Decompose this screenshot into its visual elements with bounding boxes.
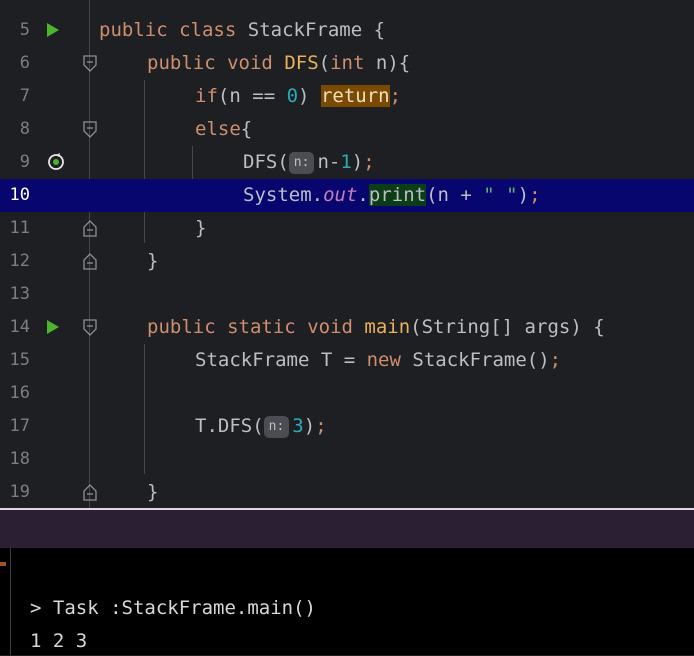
line-number: 17 [9,416,30,436]
line-number: 5 [19,20,30,40]
line-number: 6 [19,53,30,73]
param-hint: n: [263,416,290,438]
code-line-8[interactable]: 8 else{ [0,113,694,146]
code-line-5[interactable]: 5 public class StackFrame { [0,14,694,47]
code-text: public void DFS(int n){ [147,52,411,74]
run-console[interactable]: > Task :StackFrame.main() 1 2 3 [0,548,694,655]
code-line-18[interactable]: 18 [0,443,694,476]
code-line-17[interactable]: 17 T.DFS(n: 3); [0,410,694,443]
line-number: 16 [9,383,30,403]
code-line-16[interactable]: 16 [0,377,694,410]
line-number: 7 [19,86,30,106]
line-number: 11 [9,218,30,238]
fold-close-icon[interactable] [82,220,98,237]
line-number: 18 [9,449,30,469]
run-icon[interactable] [47,23,59,37]
console-task-line: > Task :StackFrame.main() [30,597,316,619]
code-text: } [147,250,159,272]
console-gutter-edge [10,548,11,655]
code-editor[interactable]: 5 public class StackFrame { 6 public voi… [0,0,694,508]
code-line-10-current[interactable]: 10 System.out.print(n + " "); [0,179,694,212]
line-number: 13 [9,284,30,304]
line-number: 19 [9,482,30,502]
code-text: T.DFS(n: 3); [195,415,327,438]
line-number: 9 [19,152,30,172]
code-text: else{ [195,118,253,140]
code-text: DFS(n: n-1); [243,151,375,174]
line-number: 15 [9,350,30,370]
code-text: StackFrame T = new StackFrame(); [195,349,562,371]
code-line-9[interactable]: 9 DFS(n: n-1); [0,146,694,179]
fold-open-icon[interactable] [82,55,98,72]
line-number: 14 [9,317,30,337]
code-text: } [147,481,159,503]
code-line-7[interactable]: 7 if(n == 0) return; [0,80,694,113]
code-line-11[interactable]: 11 } [0,212,694,245]
code-line-6[interactable]: 6 public void DFS(int n){ [0,47,694,80]
line-number: 8 [19,119,30,139]
line-number: 12 [9,251,30,271]
fold-open-icon[interactable] [82,121,98,138]
fold-close-icon[interactable] [82,253,98,270]
run-tool-window-header[interactable] [0,510,694,548]
run-icon[interactable] [47,320,59,334]
console-output-line: 1 2 3 [30,630,88,652]
param-hint: n: [288,152,315,174]
line-number: 10 [9,185,30,205]
fold-open-icon[interactable] [82,319,98,336]
highlighted-print: print [368,184,427,206]
code-text: System.out.print(n + " "); [243,184,541,206]
fold-close-icon[interactable] [82,484,98,501]
code-line-19[interactable]: 19 } [0,476,694,508]
code-text: } [195,217,207,239]
code-line-14[interactable]: 14 public static void main(String[] args… [0,311,694,344]
highlighted-return: return [320,85,390,107]
console-gutter-mark [0,562,6,566]
code-line-12[interactable]: 12 } [0,245,694,278]
code-text: public static void main(String[] args) { [147,316,605,338]
code-line-13[interactable]: 13 [0,278,694,311]
code-text: public class StackFrame { [99,19,386,41]
code-text: if(n == 0) return; [195,85,402,107]
code-line-15[interactable]: 15 StackFrame T = new StackFrame(); [0,344,694,377]
recursive-call-icon[interactable] [47,153,65,171]
